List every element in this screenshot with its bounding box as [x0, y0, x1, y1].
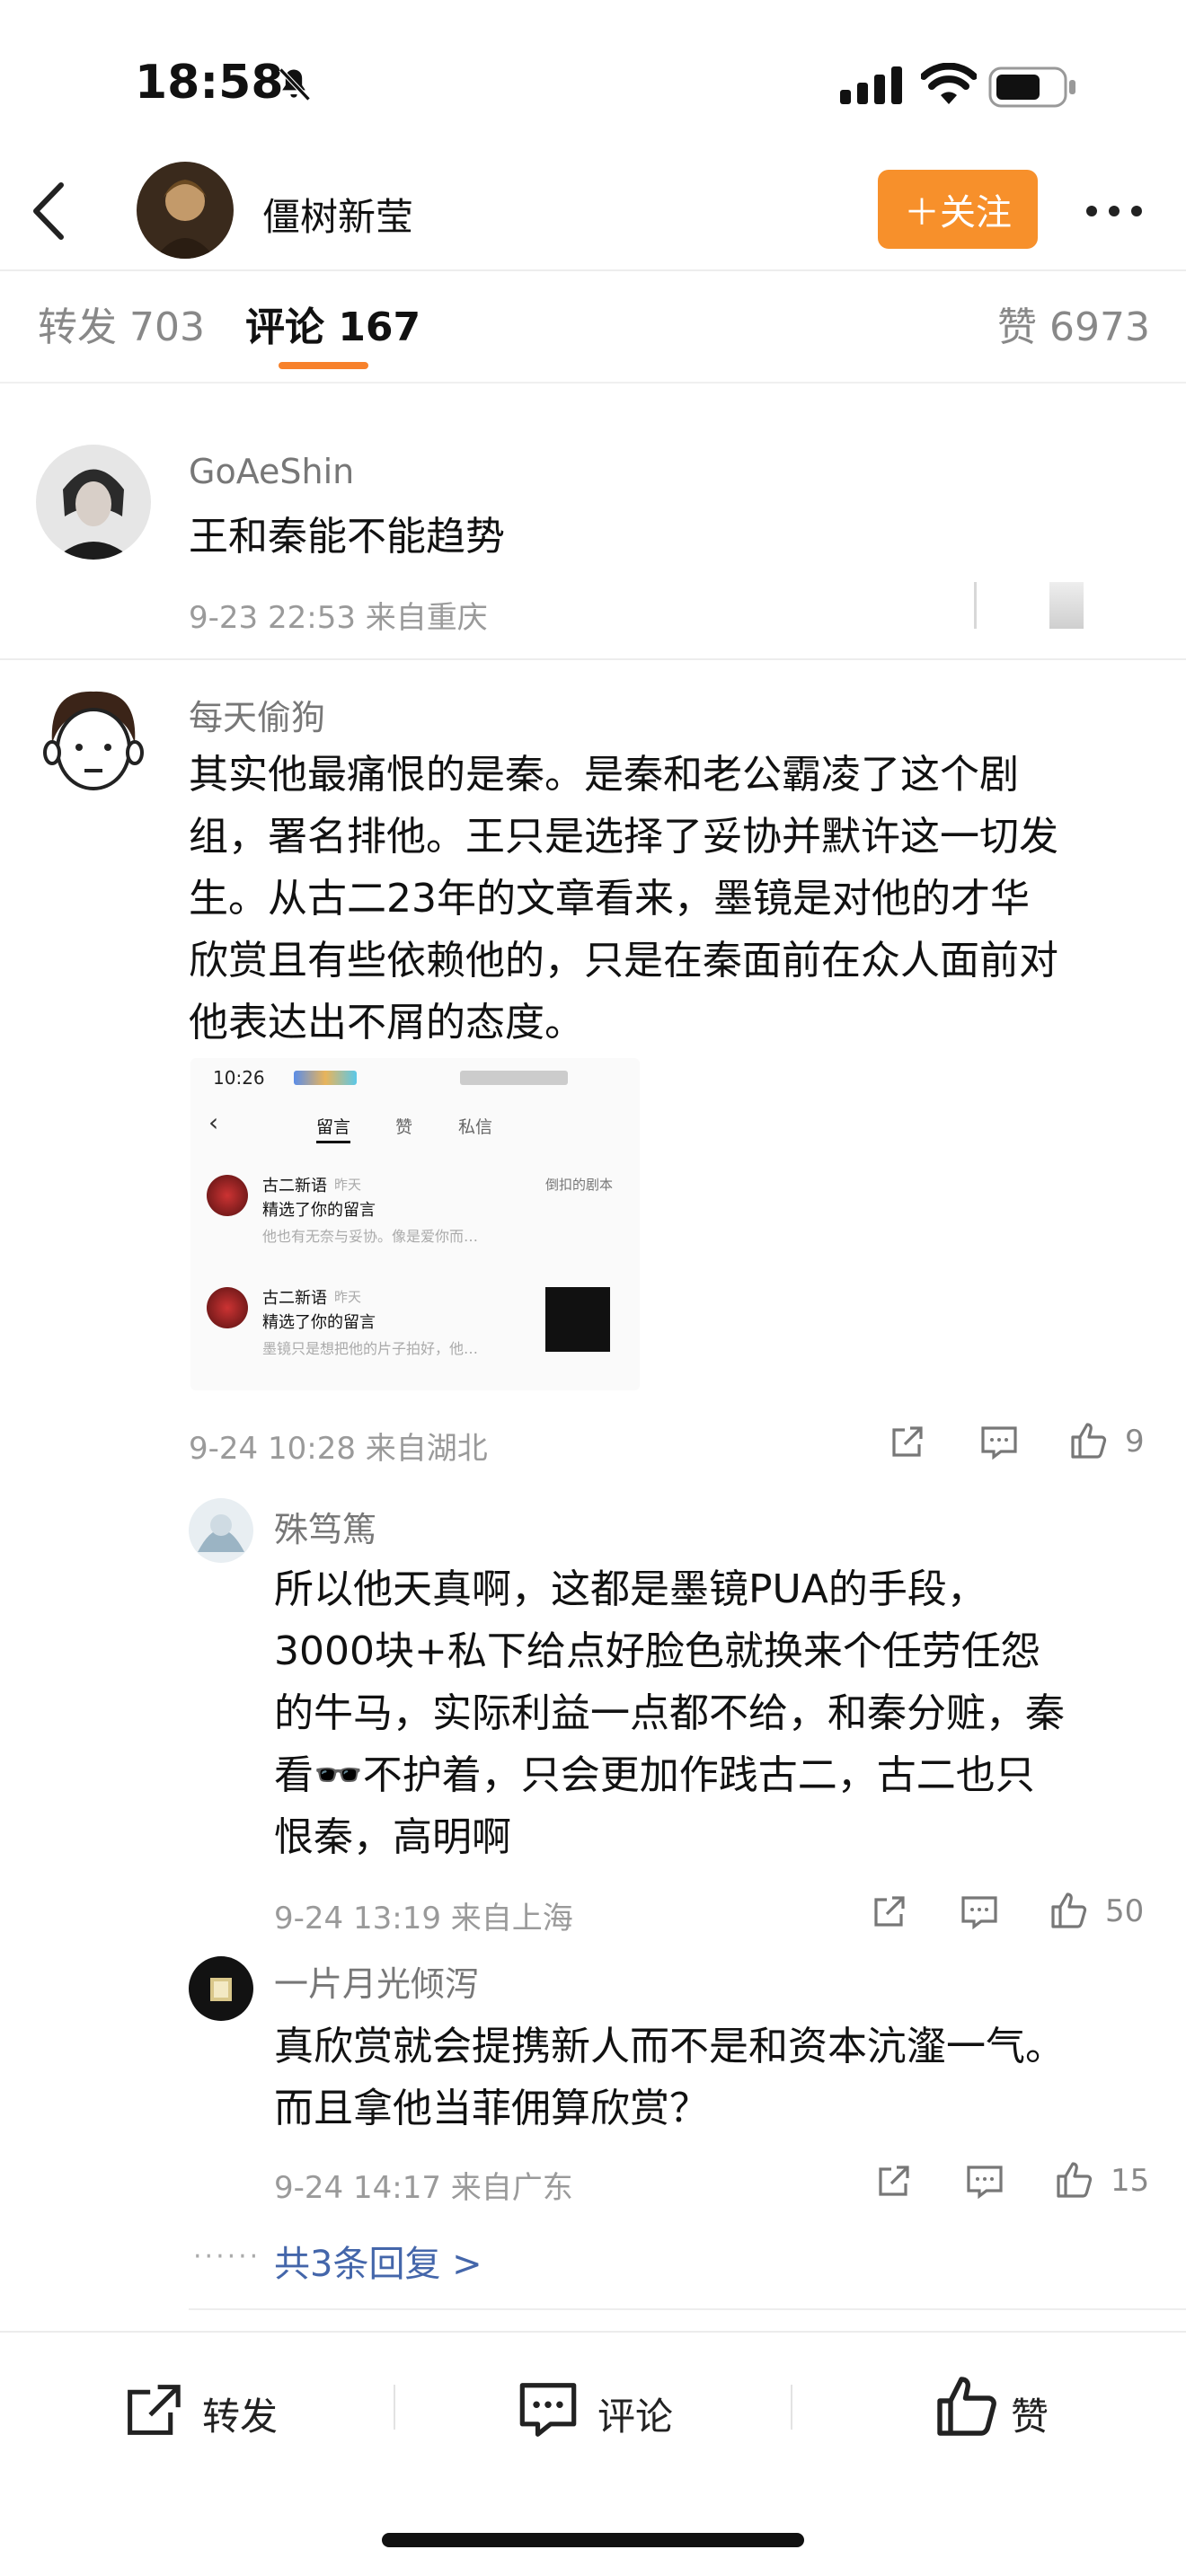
- shot-name: 古二新语: [262, 1177, 327, 1195]
- replier-name[interactable]: 殊笃篤: [274, 1502, 376, 1551]
- home-indicator[interactable]: [382, 2533, 804, 2547]
- more-options-icon[interactable]: [1083, 189, 1146, 234]
- shot-snippet: 墨镜只是想把他的片子拍好，他…: [262, 1340, 479, 1357]
- faded-thumbnail: [1049, 582, 1084, 629]
- like-count: 15: [1111, 2163, 1150, 2199]
- tab-comments[interactable]: 评论 167: [245, 295, 420, 352]
- header-divider: [0, 269, 1186, 271]
- wifi-icon: [921, 63, 977, 104]
- comment-line: 欣赏且有些依赖他的，只是在秦面前在众人面前对: [189, 938, 1058, 984]
- shot-tab-underline: [316, 1141, 350, 1143]
- shot-avatar: [207, 1287, 248, 1328]
- cellular-signal-icon: [840, 66, 902, 104]
- bar-divider: [394, 2385, 395, 2430]
- comment-divider: [0, 658, 1186, 660]
- comment-text: 王和秦能不能趋势: [189, 514, 505, 560]
- commenter-avatar[interactable]: [36, 445, 151, 560]
- reply-line: 的牛马，实际利益一点都不给，和秦分赃，秦: [274, 1690, 1065, 1736]
- view-more-replies[interactable]: 共3条回复 >: [274, 2235, 482, 2287]
- shot-avatar: [207, 1175, 248, 1216]
- tabs-divider: [0, 382, 1186, 384]
- reply-meta: 9-24 14:17 来自广东: [274, 2170, 573, 2206]
- comment-line: 生。从古二23年的文章看来，墨镜是对他的才华: [189, 876, 1030, 922]
- commenter-name[interactable]: 每天偷狗: [189, 690, 325, 739]
- shot-status-right: [460, 1071, 568, 1085]
- shot-action: 精选了你的留言: [262, 1201, 376, 1220]
- shot-source: 倒扣的剧本: [545, 1177, 614, 1193]
- comment-divider: [189, 2308, 1186, 2310]
- tab-likes[interactable]: 赞 6973: [997, 295, 1150, 352]
- shot-tab: 赞: [395, 1117, 413, 1137]
- shot-when: 昨天: [334, 1289, 362, 1305]
- author-avatar[interactable]: [137, 162, 234, 259]
- reply-line: 而且拿他当菲佣算欣赏？: [274, 2086, 709, 2131]
- share-icon[interactable]: [872, 2160, 915, 2203]
- share-icon[interactable]: [867, 1891, 910, 1934]
- replier-avatar[interactable]: [189, 1956, 253, 2021]
- tab-repost[interactable]: 转发 703: [38, 295, 205, 352]
- share-icon[interactable]: [885, 1421, 928, 1464]
- attached-screenshot[interactable]: 10:26 ‹ 留言 赞 私信 古二新语 昨天 倒扣的剧本 精选了你的留言 他也…: [190, 1058, 640, 1390]
- shot-status-icons: [294, 1071, 357, 1085]
- reply-line: 真欣赏就会提携新人而不是和资本沆瀣一气。: [274, 2024, 1065, 2069]
- repost-label[interactable]: 转发: [202, 2386, 278, 2441]
- shot-back-icon: ‹: [208, 1107, 219, 1137]
- like-icon[interactable]: [1053, 2158, 1096, 2201]
- replier-avatar[interactable]: [189, 1498, 253, 1563]
- commenter-name[interactable]: GoAeShin: [189, 452, 354, 491]
- like-count: 50: [1105, 1893, 1145, 1929]
- like-icon[interactable]: [1048, 1889, 1091, 1932]
- comment-line: 他表达出不屑的态度。: [189, 1000, 584, 1045]
- comment-line: 其实他最痛恨的是秦。是秦和老公霸凌了这个剧: [189, 752, 1019, 798]
- author-name[interactable]: 僵树新莹: [262, 187, 413, 242]
- like-icon[interactable]: [1067, 1419, 1111, 1462]
- reply-line: 恨秦，高明啊: [274, 1814, 511, 1860]
- shot-name: 古二新语: [262, 1289, 327, 1308]
- shot-tab: 私信: [458, 1117, 493, 1137]
- like-label[interactable]: 赞: [1011, 2386, 1049, 2441]
- comment-meta: 9-24 10:28 来自湖北: [189, 1431, 488, 1467]
- like-bar-icon[interactable]: [934, 2374, 999, 2439]
- reply-ellipsis: ······: [193, 2241, 261, 2272]
- shot-thumbnail: [545, 1287, 610, 1352]
- comment-meta: 9-23 22:53 来自重庆: [189, 600, 488, 636]
- bar-divider: [791, 2385, 792, 2430]
- comment-bar-icon[interactable]: [517, 2380, 580, 2439]
- faded-divider: [974, 582, 977, 629]
- reply-line: 所以他天真啊，这都是墨镜PUA的手段，: [274, 1566, 987, 1612]
- comment-line: 组，署名排他。王只是选择了妥协并默许这一切发: [189, 814, 1058, 860]
- status-time: 18:58: [135, 56, 284, 110]
- active-tab-indicator: [279, 362, 368, 369]
- battery-icon: [988, 66, 1075, 108]
- comment-icon[interactable]: [963, 2160, 1006, 2203]
- comment-icon[interactable]: [978, 1421, 1021, 1464]
- shot-tab: 留言: [316, 1117, 351, 1137]
- shot-snippet: 他也有无奈与妥协。像是爱你而…: [262, 1228, 479, 1245]
- reply-line: 看🕶️不护着，只会更加作践古二，古二也只: [274, 1752, 1035, 1798]
- replier-name[interactable]: 一片月光倾泻: [274, 1956, 479, 2006]
- follow-button[interactable]: ＋关注: [878, 170, 1038, 249]
- back-arrow-icon[interactable]: [27, 180, 72, 243]
- commenter-avatar[interactable]: [36, 681, 151, 796]
- like-count: 9: [1125, 1424, 1145, 1460]
- shot-action: 精选了你的留言: [262, 1313, 376, 1332]
- silent-bell-icon: [279, 67, 311, 101]
- reply-meta: 9-24 13:19 来自上海: [274, 1901, 573, 1936]
- reply-line: 3000块+私下给点好脸色就换来个任劳任怨: [274, 1628, 1040, 1674]
- comment-icon[interactable]: [958, 1891, 1001, 1934]
- shot-time: 10:26: [213, 1067, 265, 1089]
- repost-icon[interactable]: [121, 2382, 184, 2438]
- shot-when: 昨天: [334, 1177, 362, 1193]
- comment-label[interactable]: 评论: [597, 2386, 673, 2441]
